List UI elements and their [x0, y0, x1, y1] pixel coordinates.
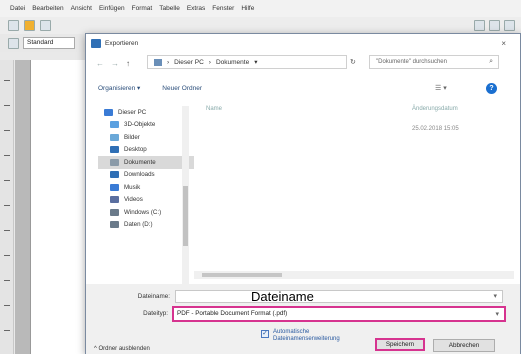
column-name[interactable]: Name	[206, 106, 222, 112]
computer-icon	[104, 108, 113, 116]
cancel-button[interactable]: Abbrechen	[433, 339, 495, 352]
toolbar-icon[interactable]	[489, 20, 500, 31]
up-icon[interactable]: ↑	[126, 59, 130, 68]
right-toolbar	[474, 17, 521, 34]
video-icon	[110, 196, 119, 204]
search-icon: ⌕	[489, 58, 493, 65]
vertical-ruler	[0, 60, 14, 354]
horizontal-scrollbar[interactable]	[194, 271, 514, 279]
music-icon	[110, 183, 119, 191]
menu-item[interactable]: Format	[132, 5, 153, 12]
save-icon[interactable]	[40, 20, 51, 31]
menu-item[interactable]: Bearbeiten	[32, 5, 63, 12]
export-icon	[91, 38, 101, 48]
nav-item-music[interactable]: Musik	[98, 181, 194, 194]
breadcrumb-item[interactable]: Dokumente	[216, 59, 249, 66]
pc-icon	[154, 58, 162, 66]
paragraph-style-select[interactable]: Standard	[23, 37, 75, 49]
close-icon[interactable]: ×	[501, 39, 506, 48]
cube-icon	[110, 121, 119, 129]
auto-extension-label[interactable]: Automatische Dateinamenserweiterung	[273, 329, 340, 343]
nav-item-pictures[interactable]: Bilder	[98, 131, 194, 144]
nav-item-downloads[interactable]: Downloads	[98, 169, 194, 182]
back-icon[interactable]: ←	[96, 59, 104, 68]
filename-label: Dateiname:	[137, 293, 170, 300]
address-row: ← → ↑ › Dieser PC › Dokumente ▾ ↻ "Dokum…	[86, 54, 520, 72]
toolbar-icon[interactable]	[474, 20, 485, 31]
navigation-pane: Dieser PC 3D-Objekte Bilder Desktop Doku…	[98, 106, 194, 278]
documents-icon	[110, 158, 119, 166]
menu-item[interactable]: Ansicht	[71, 5, 92, 12]
scrollbar-thumb[interactable]	[183, 186, 188, 246]
nav-item-drive-c[interactable]: Windows (C:)	[98, 206, 194, 219]
breadcrumb-item[interactable]: Dieser PC	[174, 59, 204, 66]
filename-input[interactable]: Dateiname ▾	[175, 289, 503, 304]
drive-icon	[110, 208, 119, 216]
chevron-down-icon[interactable]: ▾	[495, 310, 499, 318]
chevron-down-icon[interactable]: ▾	[493, 292, 497, 300]
new-document-icon[interactable]	[8, 20, 19, 31]
styles-icon[interactable]	[8, 37, 19, 49]
nav-item-desktop[interactable]: Desktop	[98, 144, 194, 157]
new-folder-button[interactable]: Neuer Ordner	[162, 85, 202, 92]
filetype-select[interactable]: PDF - Portable Document Format (.pdf) ▾	[172, 306, 506, 322]
download-icon	[110, 171, 119, 179]
file-date: 25.02.2018 15:05	[412, 126, 459, 132]
drive-icon	[110, 221, 119, 229]
filename-value: Dateiname	[251, 289, 314, 304]
nav-item-3d-objects[interactable]: 3D-Objekte	[98, 119, 194, 132]
file-list-header: Name Änderungsdatum	[202, 106, 512, 118]
filetype-label: Dateityp:	[143, 310, 168, 317]
command-bar: Organisieren ▾ Neuer Ordner ☰ ▾ ?	[86, 80, 520, 96]
hide-folders-toggle[interactable]: ^ Ordner ausblenden	[94, 346, 150, 352]
nav-item-this-pc[interactable]: Dieser PC	[98, 106, 194, 119]
menu-item[interactable]: Einfügen	[99, 5, 125, 12]
menu-item[interactable]: Tabelle	[159, 5, 180, 12]
pictures-icon	[110, 133, 119, 141]
view-options-icon[interactable]: ☰ ▾	[435, 84, 447, 92]
forward-icon[interactable]: →	[111, 59, 119, 68]
search-input[interactable]: "Dokumente" durchsuchen ⌕	[369, 55, 499, 69]
save-button[interactable]: Speichern	[375, 338, 425, 351]
chevron-up-icon: ^	[94, 346, 97, 352]
menu-item[interactable]: Fenster	[212, 5, 234, 12]
dialog-titlebar: Exportieren ×	[86, 34, 520, 52]
organize-button[interactable]: Organisieren ▾	[98, 84, 140, 92]
toolbar-icon[interactable]	[504, 20, 515, 31]
dialog-title: Exportieren	[105, 39, 139, 47]
auto-extension-checkbox[interactable]: ✓	[261, 330, 269, 338]
standard-toolbar	[0, 17, 521, 34]
scrollbar-thumb[interactable]	[202, 273, 282, 277]
menu-item[interactable]: Hilfe	[241, 5, 254, 12]
menu-item[interactable]: Extras	[187, 5, 205, 12]
save-options-panel: Dateiname: Dateiname ▾ Dateityp: PDF - P…	[86, 284, 520, 354]
address-bar[interactable]: › Dieser PC › Dokumente ▾	[147, 55, 347, 69]
export-dialog: Exportieren × ← → ↑ › Dieser PC › Dokume…	[85, 33, 521, 354]
chevron-down-icon[interactable]: ▾	[254, 58, 257, 66]
menu-item[interactable]: Datei	[10, 5, 25, 12]
help-icon[interactable]: ?	[486, 83, 497, 94]
nav-item-documents[interactable]: Dokumente	[98, 156, 194, 169]
nav-item-videos[interactable]: Videos	[98, 194, 194, 207]
desktop-icon	[110, 146, 119, 154]
open-icon[interactable]	[24, 20, 35, 31]
menu-bar: Datei Bearbeiten Ansicht Einfügen Format…	[0, 0, 521, 17]
refresh-icon[interactable]: ↻	[350, 58, 356, 66]
column-modified[interactable]: Änderungsdatum	[412, 106, 458, 112]
nav-scrollbar[interactable]	[182, 106, 189, 284]
nav-item-drive-d[interactable]: Daten (D:)	[98, 219, 194, 232]
